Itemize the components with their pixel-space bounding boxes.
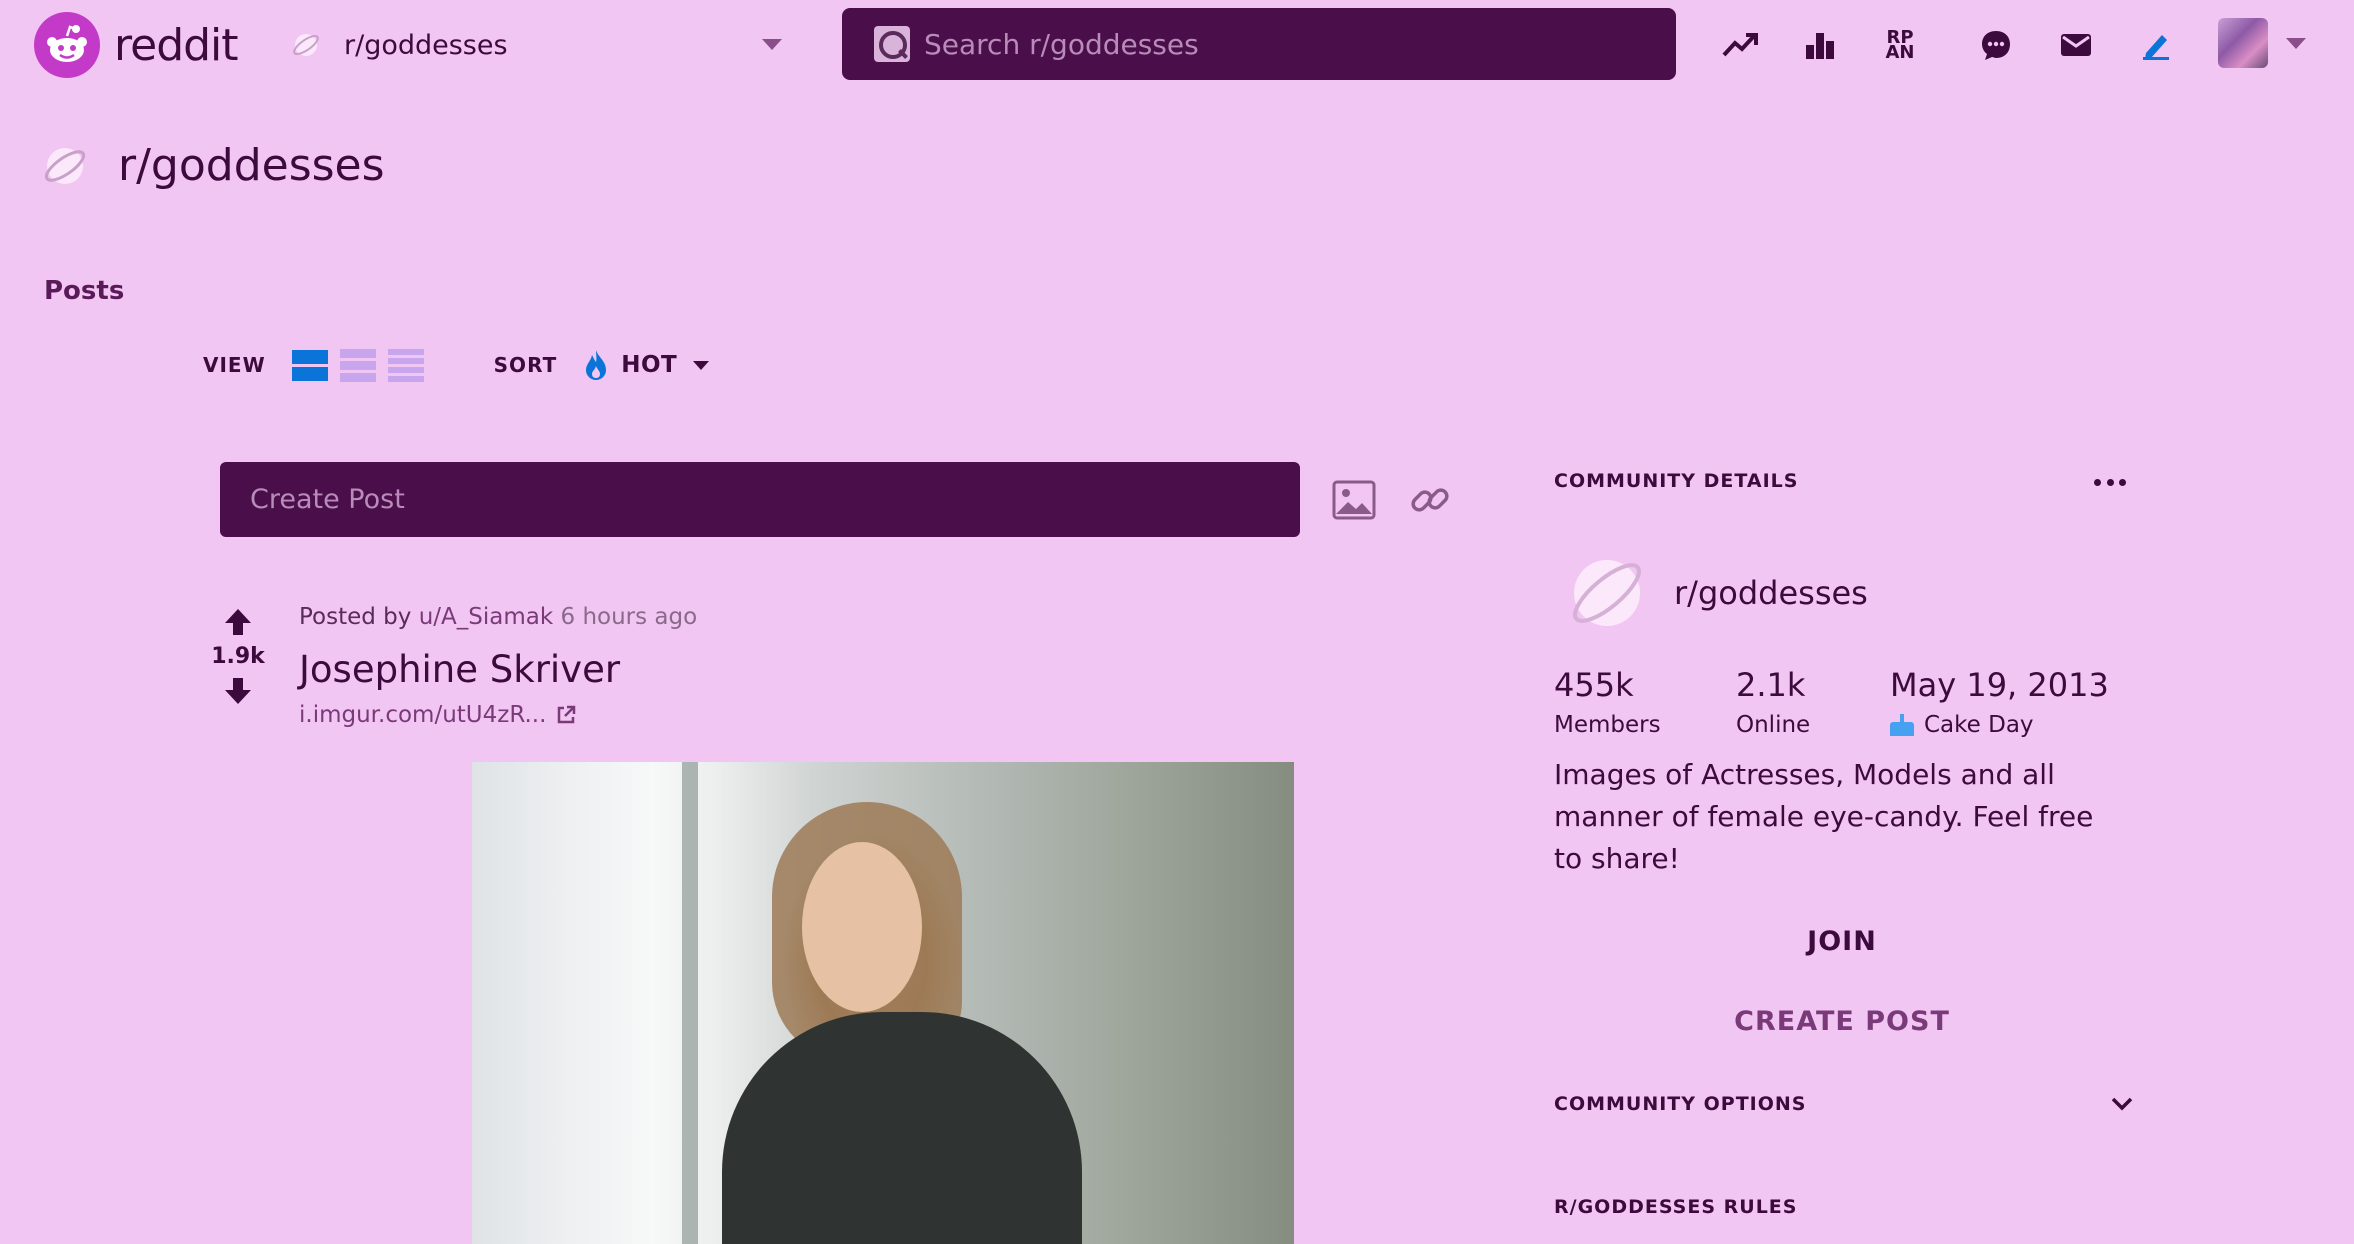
community-options-label: COMMUNITY OPTIONS [1554,1093,1807,1115]
vote-column: 1.9k [206,606,270,707]
image-upload-icon[interactable] [1332,478,1376,522]
flame-icon [586,350,607,380]
page: reddit r/goddesses RP AN [0,0,2354,1244]
chevron-down-icon [693,360,710,370]
reddit-wordmark: reddit [114,19,239,71]
community-switcher-label: r/goddesses [344,29,508,61]
post-image[interactable] [472,762,1294,1244]
stat-value: 455k [1554,666,1634,704]
post-external-link[interactable]: i.imgur.com/utU4zR... [299,702,576,728]
chevron-down-icon [2111,1097,2133,1111]
search-icon [874,26,910,62]
stat-value: May 19, 2013 [1890,666,2109,704]
planet-icon [44,147,86,184]
subreddit-header: r/goddesses [42,140,385,191]
sort-label: SORT [493,353,558,377]
image-window-frame [682,762,698,1244]
top-header: reddit r/goddesses RP AN [0,0,2354,90]
community-details-heading: COMMUNITY DETAILS [1554,470,1799,492]
tab-posts[interactable]: Posts [44,276,124,306]
search-input[interactable] [924,27,1644,61]
sort-dropdown[interactable]: HOT [583,349,710,381]
sidebar-community-name[interactable]: r/goddesses [1674,574,1868,612]
image-face-shape [802,842,922,1012]
chat-icon[interactable] [1973,22,2019,68]
stat-value: 2.1k [1736,666,1806,704]
chevron-down-icon [2286,37,2306,49]
rpan-label: RP AN [1885,27,1915,63]
stat-label: Online [1736,712,1810,738]
rpan-icon[interactable]: RP AN [1877,22,1923,68]
stat-label-text: Online [1736,712,1811,738]
search-bar[interactable] [842,8,1676,80]
rules-heading: R/GODDESSES RULES [1554,1196,1798,1218]
planet-icon [1573,560,1641,626]
cake-icon [1890,714,1914,736]
post-link-text: i.imgur.com/utU4zR... [299,702,547,728]
chevron-down-icon [762,39,782,50]
link-icon[interactable] [1408,478,1452,522]
image-jacket-shape [722,1012,1082,1244]
post-title[interactable]: Josephine Skriver [299,648,620,691]
stat-members: 455k Members [1554,666,1661,738]
community-options-toggle[interactable]: COMMUNITY OPTIONS [1554,1090,2134,1118]
sort-value: HOT [621,352,678,378]
post-meta: Posted by u/A_Siamak 6 hours ago [299,604,697,630]
stat-online: 2.1k Online [1736,666,1810,738]
post-author-link[interactable]: u/A_Siamak [419,604,553,630]
avatar [2218,18,2268,68]
user-menu[interactable] [2218,18,2306,68]
view-sort-bar: VIEW SORT HOT [203,345,710,385]
stat-label-text: Members [1554,712,1661,738]
create-post-button[interactable]: CREATE POST [1554,996,2130,1046]
stat-cake-day: May 19, 2013 Cake Day [1890,666,2109,738]
reddit-alien-icon [34,12,100,78]
create-post-input[interactable] [250,484,1250,515]
stat-label-text: Cake Day [1924,712,2034,738]
reddit-logo[interactable]: reddit [34,12,239,78]
compact-view-button[interactable] [387,347,424,383]
posted-by-label: Posted by [299,604,412,630]
more-options-icon[interactable] [2094,470,2126,494]
page-title: r/goddesses [118,140,385,191]
community-switcher[interactable]: r/goddesses [292,20,790,70]
classic-view-button[interactable] [339,347,376,383]
vote-score: 1.9k [211,644,265,669]
stat-label: Members [1554,712,1661,738]
create-post-bar[interactable] [220,462,1300,537]
mail-icon[interactable] [2053,22,2099,68]
pencil-icon[interactable] [2133,22,2179,68]
card-view-button[interactable] [291,347,328,383]
planet-icon [293,34,319,56]
community-description: Images of Actresses, Models and all mann… [1554,758,2094,875]
downvote-icon[interactable] [222,675,254,707]
stat-label: Cake Day [1890,712,2109,738]
leaderboard-icon[interactable] [1797,22,1843,68]
join-button[interactable]: JOIN [1554,916,2130,966]
trending-icon[interactable] [1717,22,1763,68]
sidebar-community: r/goddesses [1566,552,1868,634]
external-link-icon [558,705,576,724]
upvote-icon[interactable] [222,606,254,638]
post-timestamp[interactable]: 6 hours ago [561,604,698,630]
view-label: VIEW [203,353,266,377]
